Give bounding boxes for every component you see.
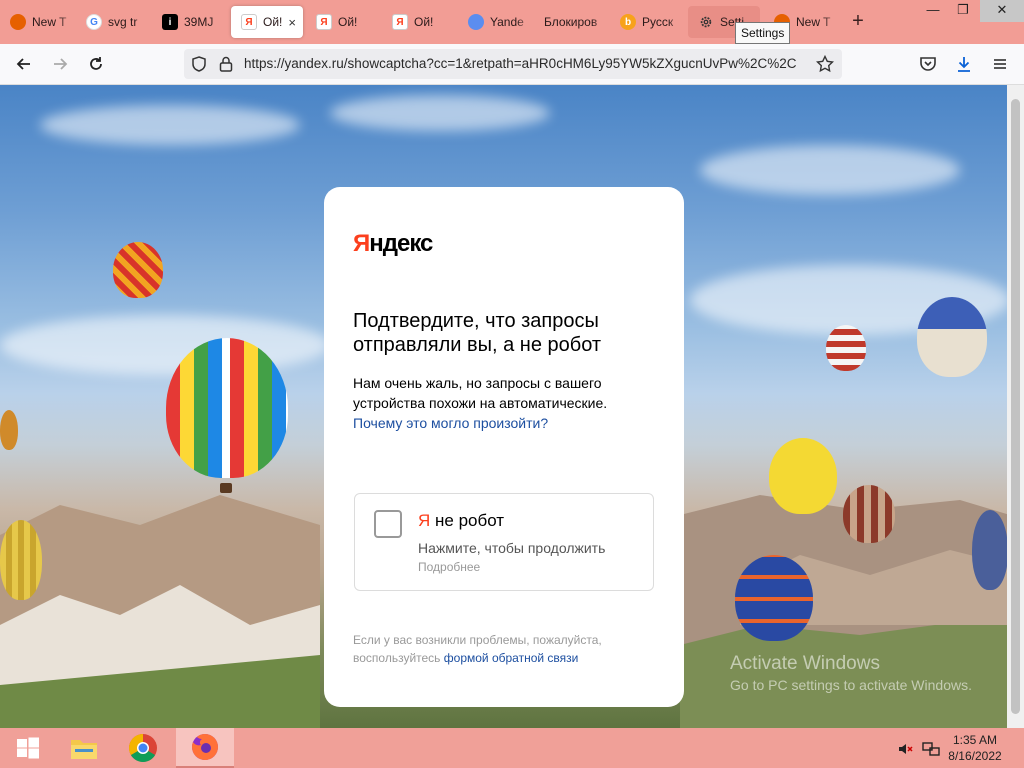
close-window-button[interactable]: ✕ xyxy=(980,0,1024,22)
reload-icon xyxy=(90,57,102,70)
firefox-icon xyxy=(10,14,26,30)
file-explorer-button[interactable] xyxy=(56,728,112,768)
robot-check-box[interactable]: Я не робот Нажмите, чтобы продолжить Под… xyxy=(354,493,654,591)
robot-hint: Нажмите, чтобы продолжить xyxy=(418,540,606,556)
yandex-logo[interactable]: Яндекс xyxy=(353,230,433,258)
tab-oy-2[interactable]: Я Ой! xyxy=(306,6,382,38)
firefox-taskbar-button[interactable] xyxy=(176,728,234,768)
yandex-icon: Я xyxy=(241,14,257,30)
pocket-icon xyxy=(920,57,936,71)
system-clock[interactable]: 1:35 AM 8/16/2022 xyxy=(940,732,1010,764)
tab-oy-active[interactable]: Я Ой! × xyxy=(231,6,303,38)
robot-ya-letter: Я xyxy=(418,511,431,530)
clock-date: 8/16/2022 xyxy=(948,749,1002,763)
restore-button[interactable]: ❐ xyxy=(948,0,978,22)
hamburger-menu-icon xyxy=(994,59,1006,69)
tab-russk[interactable]: b Русск xyxy=(610,6,686,38)
forward-arrow-icon xyxy=(54,58,68,70)
shield-icon[interactable] xyxy=(191,56,207,72)
yandex-browser-icon xyxy=(468,14,484,30)
tab-yandex[interactable]: Yande xyxy=(458,6,534,38)
not-robot-checkbox[interactable] xyxy=(374,510,402,538)
feedback-form-link[interactable]: формой обратной связи xyxy=(444,651,579,665)
google-icon: G xyxy=(86,14,102,30)
feedback-note: Если у вас возникли проблемы, пожалуйста… xyxy=(353,631,653,667)
tab-strip: New T G svg tr i 39MJ Я Ой! × Я Ой! Я Ой… xyxy=(0,0,1024,44)
why-link[interactable]: Почему это могло произойти? xyxy=(353,415,548,431)
tab-svg[interactable]: G svg tr xyxy=(76,6,152,38)
description-text: Нам очень жаль, но запросы с вашего устр… xyxy=(353,375,608,411)
pocket-button[interactable] xyxy=(914,50,942,78)
back-arrow-icon xyxy=(16,58,30,70)
tab-new-tab-1[interactable]: New T xyxy=(0,6,76,38)
tab-blokirov[interactable]: Блокиров xyxy=(534,6,610,38)
logo-rest: ндекс xyxy=(369,230,433,257)
more-info-link[interactable]: Подробнее xyxy=(418,560,480,574)
reload-button[interactable] xyxy=(82,50,110,78)
network-icon[interactable] xyxy=(922,740,940,758)
firefox-icon xyxy=(192,734,218,760)
tab-label: Ой! xyxy=(263,15,283,29)
yandex-icon: Я xyxy=(316,14,332,30)
forward-button[interactable] xyxy=(46,50,74,78)
clock-time: 1:35 AM xyxy=(952,733,998,747)
tab-oy-3[interactable]: Я Ой! xyxy=(382,6,458,38)
scrollbar-thumb[interactable] xyxy=(1011,99,1020,714)
tab-39mj[interactable]: i 39MJ xyxy=(152,6,228,38)
tab-label: Ой! xyxy=(338,15,358,29)
windows-logo-icon xyxy=(17,737,39,759)
bookmark-star-icon[interactable] xyxy=(816,55,834,73)
page-scrollbar[interactable] xyxy=(1007,85,1024,728)
chrome-taskbar-button[interactable] xyxy=(115,728,171,768)
download-icon xyxy=(958,57,970,72)
yandex-icon: Я xyxy=(392,14,408,30)
navigation-bar: https://yandex.ru/showcaptcha?cc=1&retpa… xyxy=(0,44,1024,85)
back-button[interactable] xyxy=(10,50,38,78)
captcha-description: Нам очень жаль, но запросы с вашего устр… xyxy=(353,373,633,433)
settings-tooltip: Settings xyxy=(735,22,791,44)
close-tab-icon[interactable]: × xyxy=(288,15,296,30)
lock-icon[interactable] xyxy=(219,56,233,72)
tab-label: 39MJ xyxy=(184,15,214,29)
activate-windows-subtitle: Go to PC settings to activate Windows. xyxy=(730,677,972,693)
menu-button[interactable] xyxy=(986,50,1014,78)
url-text[interactable]: https://yandex.ru/showcaptcha?cc=1&retpa… xyxy=(244,49,799,79)
robot-label-rest: не робот xyxy=(430,511,505,530)
bing-icon: b xyxy=(620,14,636,30)
volume-muted-icon[interactable] xyxy=(897,741,913,757)
new-tab-button[interactable]: + xyxy=(846,10,870,34)
captcha-card: Яндекс Подтвердите, что запросы отправля… xyxy=(324,187,684,707)
start-button[interactable] xyxy=(0,728,56,768)
info-icon: i xyxy=(162,14,178,30)
folder-icon xyxy=(71,740,97,759)
gear-icon xyxy=(698,14,714,30)
chrome-icon xyxy=(129,734,157,762)
captcha-headline: Подтвердите, что запросы отправляли вы, … xyxy=(353,310,602,356)
tab-label: Блокиров xyxy=(544,15,598,29)
activate-windows-title: Activate Windows xyxy=(730,653,880,674)
tab-label: svg tr xyxy=(108,15,138,29)
minimize-button[interactable]: — xyxy=(918,0,948,22)
logo-ya-letter: Я xyxy=(353,230,370,257)
address-bar[interactable]: https://yandex.ru/showcaptcha?cc=1&retpa… xyxy=(184,49,842,79)
downloads-button[interactable] xyxy=(950,50,978,78)
tab-label: Ой! xyxy=(414,15,434,29)
taskbar: 1:35 AM 8/16/2022 xyxy=(0,728,1024,768)
not-robot-label[interactable]: Я не робот xyxy=(418,511,504,531)
